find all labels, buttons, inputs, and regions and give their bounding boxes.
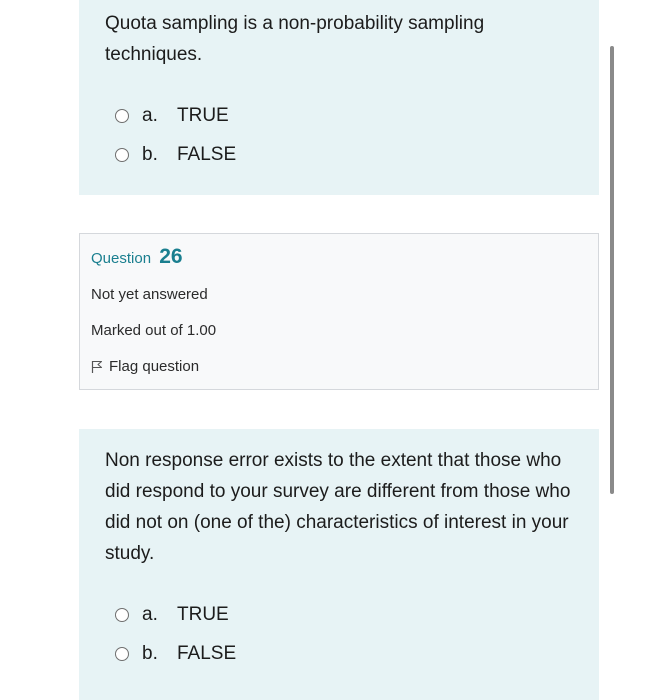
radio-button[interactable] — [115, 608, 129, 622]
question-number-value: 26 — [159, 245, 183, 268]
question-25-option-b[interactable]: b. FALSE — [115, 141, 236, 169]
scrollbar[interactable] — [610, 46, 614, 494]
option-letter: a. — [142, 604, 158, 625]
option-letter: b. — [142, 144, 158, 165]
question-status: Not yet answered — [91, 286, 208, 303]
question-label: Question — [91, 250, 152, 267]
question-25-text: Quota sampling is a non-probability samp… — [105, 13, 485, 65]
question-marks: Marked out of 1.00 — [91, 322, 217, 339]
option-letter: b. — [142, 643, 158, 664]
quiz-page: Quota sampling is a non-probability samp… — [0, 0, 667, 700]
question-26-option-b[interactable]: b. FALSE — [115, 640, 236, 668]
option-label: TRUE — [177, 105, 229, 126]
option-letter: a. — [142, 105, 158, 126]
radio-button[interactable] — [115, 647, 129, 661]
question-26-info: Question 26 Not yet answered Marked out … — [79, 233, 599, 390]
radio-button[interactable] — [115, 148, 129, 162]
flag-question-label: Flag question — [109, 358, 200, 375]
option-label: FALSE — [177, 643, 237, 664]
question-25-content: Quota sampling is a non-probability samp… — [79, 0, 599, 195]
radio-button[interactable] — [115, 109, 129, 123]
question-26-text: Non response error exists to the extent … — [105, 450, 571, 564]
option-label: TRUE — [177, 604, 229, 625]
question-25-option-a[interactable]: a. TRUE — [115, 102, 229, 130]
question-26-option-a[interactable]: a. TRUE — [115, 601, 229, 629]
flag-question-link[interactable]: Flag question — [91, 358, 199, 375]
flag-icon — [91, 360, 103, 373]
question-number: Question 26 — [91, 245, 183, 269]
question-26-content: Non response error exists to the extent … — [79, 429, 599, 700]
option-label: FALSE — [177, 144, 237, 165]
